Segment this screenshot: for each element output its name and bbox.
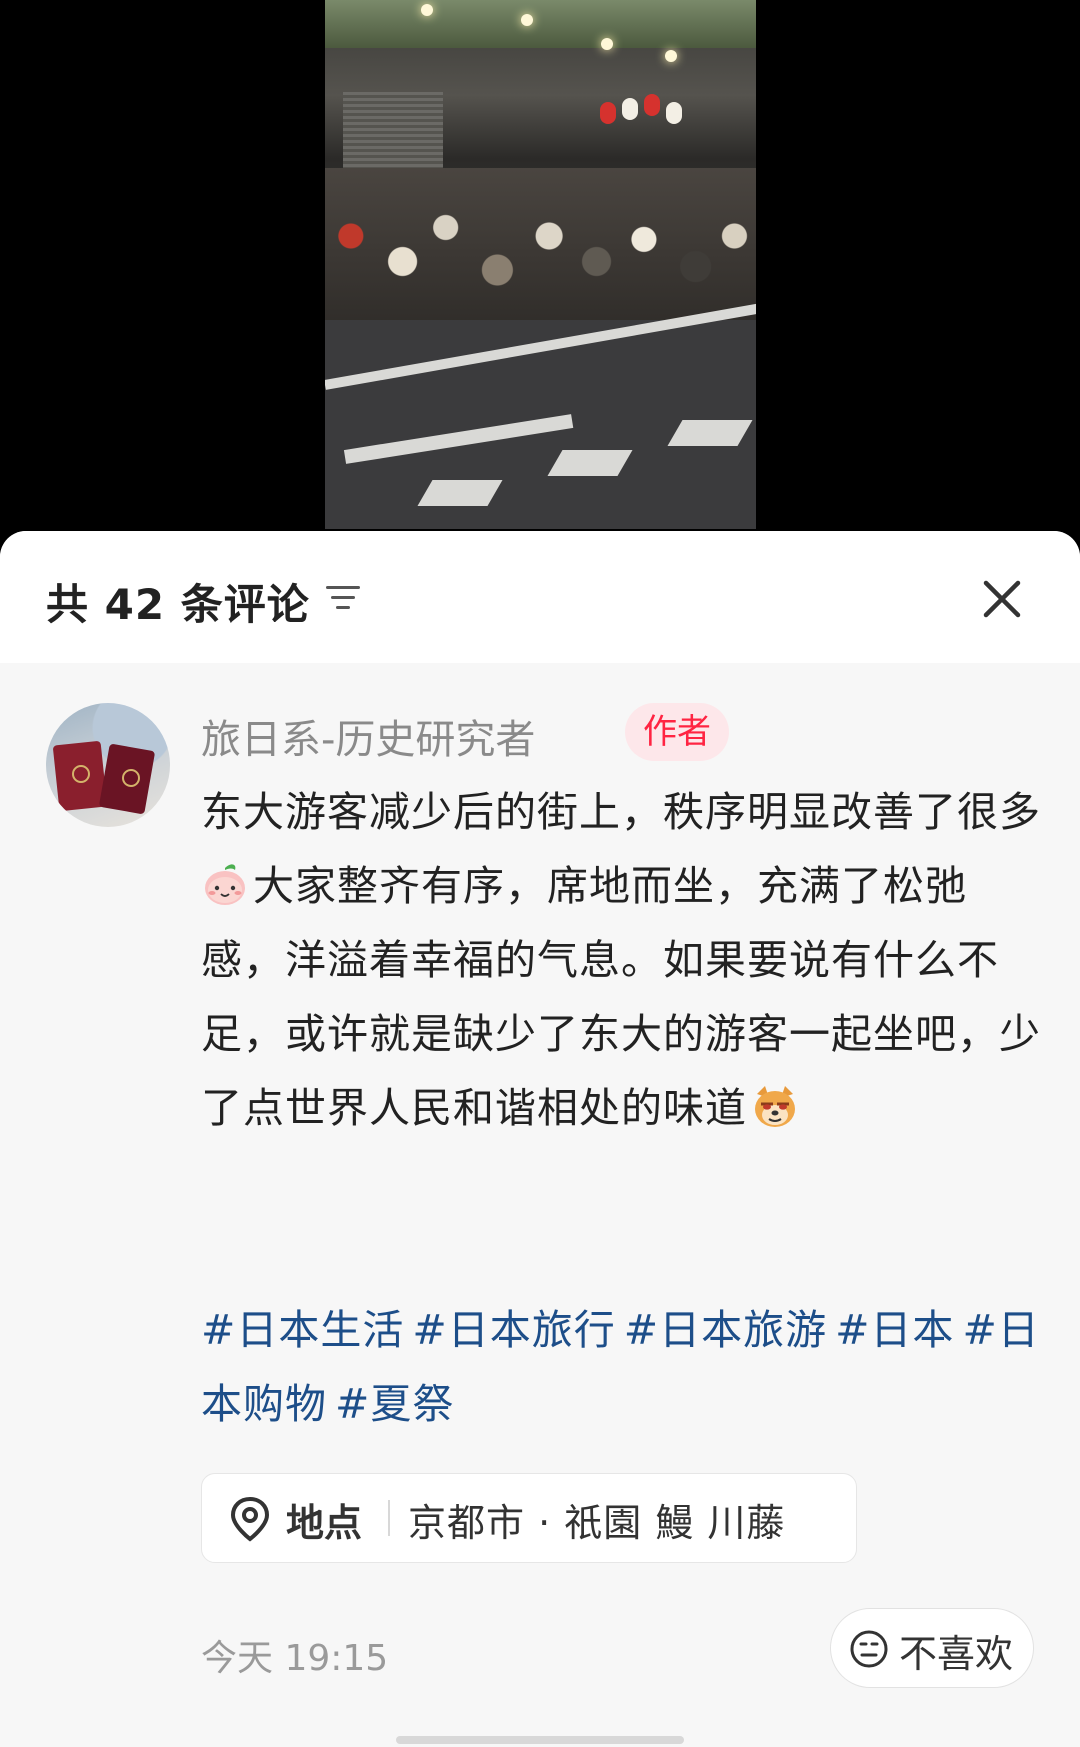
hashtag[interactable]: #日本 (835, 1306, 954, 1354)
passport-seal (122, 769, 140, 787)
crowd (325, 168, 756, 338)
ceiling-lamp (601, 38, 613, 50)
passport-seal (72, 765, 90, 783)
home-indicator (396, 1736, 684, 1744)
road (325, 300, 756, 529)
awning (325, 0, 756, 48)
hashtag[interactable]: #日本生活 (201, 1306, 404, 1354)
location-chip[interactable]: 地点 京都市 · 祇園 鰻 川藤 (201, 1473, 857, 1563)
hashtag[interactable]: #夏祭 (335, 1380, 454, 1428)
ceiling-lamp (521, 14, 533, 26)
avatar[interactable] (46, 703, 170, 827)
comment-paragraph: 大家整齐有序，席地而坐，充满了松弛感，洋溢着幸福的气息。如果要说有什么不足，或许… (201, 849, 1041, 1145)
road-line (343, 414, 574, 464)
close-icon[interactable] (978, 575, 1026, 623)
author-badge: 作者 (625, 703, 729, 761)
ceiling-lamp (665, 50, 677, 62)
lantern (644, 94, 660, 116)
peach-face-emoji (205, 864, 245, 905)
lantern (622, 98, 638, 120)
crosswalk-stripe (667, 420, 753, 446)
smug-dog-emoji (755, 1086, 795, 1127)
sort-lines-icon[interactable] (326, 583, 360, 613)
lantern (600, 102, 616, 124)
crosswalk-stripe (417, 480, 503, 506)
hashtag-list: #日本生活 #日本旅行 #日本旅游 #日本 #日本购物 #夏祭 (201, 1293, 1041, 1441)
hashtag[interactable]: #日本旅游 (624, 1306, 827, 1354)
neutral-face-icon (850, 1630, 888, 1668)
lantern (666, 102, 682, 124)
comment-count-title: 共 42 条评论 (46, 580, 310, 629)
dislike-label: 不喜欢 (899, 1632, 1014, 1676)
location-label: 地点 (286, 1501, 363, 1545)
video-thumbnail[interactable] (325, 0, 756, 529)
username[interactable]: 旅日系-历史研究者 (201, 707, 535, 765)
timestamp: 今天 19:15 (201, 1638, 389, 1679)
divider (388, 1500, 390, 1536)
crosswalk-stripe (547, 450, 633, 476)
comment-paragraph: 东大游客减少后的街上，秩序明显改善了很多 (201, 788, 1041, 836)
comment-text: 东大游客减少后的街上，秩序明显改善了很多 大家整齐有序，席地而坐，充满了松弛感，… (201, 775, 1041, 1145)
location-value: 京都市 · 祇園 鰻 川藤 (408, 1501, 786, 1545)
dislike-button[interactable]: 不喜欢 (830, 1608, 1034, 1688)
ceiling-lamp (421, 4, 433, 16)
location-pin-icon (230, 1496, 270, 1542)
hashtag[interactable]: #日本旅行 (412, 1306, 615, 1354)
comment-sheet: 共 42 条评论 旅日系-历史研究者 作者 东大游客减少后的街上，秩序明显改善了… (0, 531, 1080, 1747)
comment-sheet-header: 共 42 条评论 (0, 531, 1080, 663)
comment-paragraph-text: 大家整齐有序，席地而坐，充满了松弛感，洋溢着幸福的气息。如果要说有什么不足，或许… (201, 862, 1041, 1132)
